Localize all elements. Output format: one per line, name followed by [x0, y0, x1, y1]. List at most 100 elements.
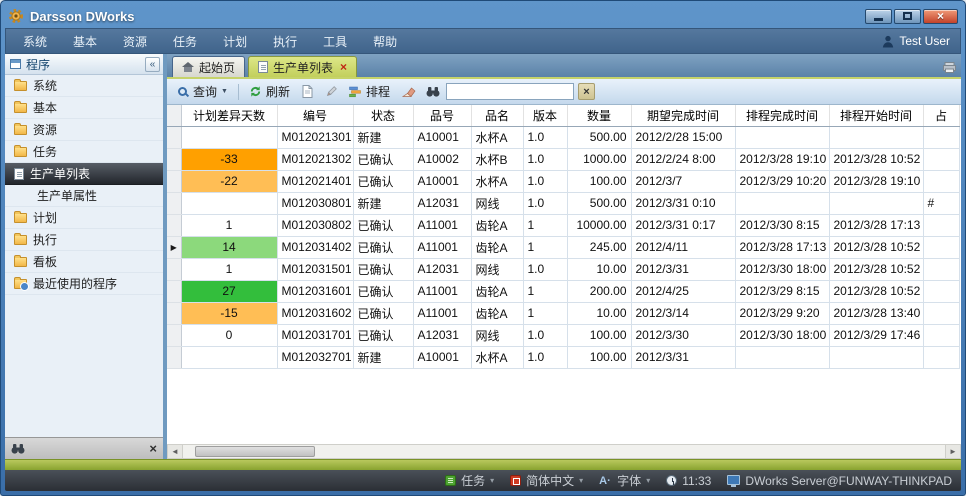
row-selector[interactable] [167, 148, 181, 170]
sidebar-item-label: 基本 [33, 99, 57, 116]
row-selector[interactable] [167, 192, 181, 214]
scroll-left-button[interactable]: ◄ [168, 445, 183, 458]
sidebar-item-8[interactable]: 执行 [5, 229, 163, 251]
status-item-2[interactable]: 简体中文▾ [510, 472, 583, 489]
sidebar-item-6[interactable]: 生产单属性 [5, 185, 163, 207]
table-row[interactable]: 0M012031701已确认A12031网线1.0100.002012/3/30… [167, 324, 959, 346]
column-header-2[interactable]: 编号 [277, 105, 353, 126]
menu-item-1[interactable]: 系统 [10, 29, 60, 54]
eraser-button[interactable] [397, 84, 421, 99]
column-header-1[interactable]: 计划差异天数 [181, 105, 277, 126]
menu-item-7[interactable]: 工具 [310, 29, 360, 54]
row-selector[interactable] [167, 126, 181, 148]
scrollbar-track[interactable] [183, 445, 945, 458]
new-button[interactable] [297, 83, 318, 100]
row-selector[interactable]: ▶ [167, 236, 181, 258]
scroll-right-button[interactable]: ► [945, 445, 960, 458]
sidebar-item-5[interactable]: 生产单列表 [5, 163, 163, 185]
sidebar-item-4[interactable]: 任务 [5, 141, 163, 163]
row-selector[interactable] [167, 324, 181, 346]
table-row[interactable]: M012021301新建A10001水杯A1.0500.002012/2/28 … [167, 126, 959, 148]
column-header-6[interactable]: 版本 [523, 105, 567, 126]
row-selector[interactable] [167, 258, 181, 280]
column-header-4[interactable]: 品号 [413, 105, 471, 126]
column-header-7[interactable]: 数量 [567, 105, 631, 126]
cell-sched_end [735, 192, 829, 214]
cell-extra [923, 148, 959, 170]
column-header-3[interactable]: 状态 [353, 105, 413, 126]
menu-item-3[interactable]: 资源 [110, 29, 160, 54]
refresh-button[interactable]: 刷新 [244, 81, 295, 102]
clear-icon[interactable]: × [149, 442, 157, 455]
find-icon [426, 86, 440, 97]
table-row[interactable]: -22M012021401已确认A10001水杯A1.0100.002012/3… [167, 170, 959, 192]
schedule-button[interactable]: 排程 [344, 81, 395, 102]
row-selector[interactable] [167, 280, 181, 302]
search-input[interactable] [446, 83, 574, 100]
sidebar-item-7[interactable]: 计划 [5, 207, 163, 229]
table-row[interactable]: 1M012030802已确认A11001齿轮A110000.002012/3/3… [167, 214, 959, 236]
tab-close-icon[interactable]: × [340, 60, 347, 74]
menu-item-8[interactable]: 帮助 [360, 29, 410, 54]
table-row[interactable]: M012032701新建A10001水杯A1.0100.002012/3/31 [167, 346, 959, 368]
tab-1[interactable]: 起始页 [172, 56, 245, 77]
eraser-icon [402, 86, 416, 97]
cell-status: 已确认 [353, 258, 413, 280]
menu-item-6[interactable]: 执行 [260, 29, 310, 54]
column-header-10[interactable]: 排程开始时间 [829, 105, 923, 126]
table-row[interactable]: M012030801新建A12031网线1.0500.002012/3/31 0… [167, 192, 959, 214]
minimize-icon [874, 18, 883, 21]
cell-extra [923, 324, 959, 346]
sidebar-item-9[interactable]: 看板 [5, 251, 163, 273]
refresh-label: 刷新 [266, 83, 290, 100]
cell-diff: -22 [181, 170, 277, 192]
scrollbar-thumb[interactable] [195, 446, 315, 457]
table-row[interactable]: 1M012031501已确认A12031网线1.010.002012/3/312… [167, 258, 959, 280]
home-icon [182, 62, 194, 73]
tab-2[interactable]: 生产单列表× [248, 56, 357, 77]
status-item-1[interactable]: 任务▾ [445, 472, 494, 489]
column-header-9[interactable]: 排程完成时间 [735, 105, 829, 126]
sidebar-item-2[interactable]: 基本 [5, 97, 163, 119]
menu-item-5[interactable]: 计划 [210, 29, 260, 54]
row-selector[interactable] [167, 214, 181, 236]
folder-icon [14, 125, 27, 135]
printer-icon[interactable] [943, 62, 956, 73]
table-row[interactable]: 27M012031601已确认A11001齿轮A1200.002012/4/25… [167, 280, 959, 302]
row-selector[interactable] [167, 170, 181, 192]
maximize-button[interactable] [894, 9, 921, 24]
titlebar[interactable]: Darsson DWorks × [5, 4, 961, 28]
row-selector[interactable] [167, 346, 181, 368]
sidebar-item-1[interactable]: 系统 [5, 75, 163, 97]
column-header-5[interactable]: 品名 [471, 105, 523, 126]
status-item-4[interactable]: 11:33 [666, 474, 711, 488]
sidebar-item-10[interactable]: 最近使用的程序 [5, 273, 163, 295]
table-row[interactable]: -33M012021302已确认A10002水杯B1.01000.002012/… [167, 148, 959, 170]
progress-strip [5, 459, 961, 470]
close-button[interactable]: × [923, 9, 958, 24]
sidebar-search-input[interactable] [30, 441, 144, 457]
status-item-5[interactable]: DWorks Server@FUNWAY-THINKPAD [727, 474, 952, 488]
column-header-11[interactable]: 占 [923, 105, 959, 126]
collapse-sidebar-button[interactable]: « [145, 57, 160, 72]
minimize-button[interactable] [865, 9, 892, 24]
query-button[interactable]: 查询 ▼ [172, 81, 233, 102]
table-row[interactable]: -15M012031602已确认A11001齿轮A110.002012/3/14… [167, 302, 959, 324]
clear-search-button[interactable]: × [578, 83, 595, 100]
sidebar-item-label: 生产单属性 [37, 187, 97, 204]
status-item-3[interactable]: 字体▾ [599, 472, 650, 489]
cell-version: 1 [523, 302, 567, 324]
sidebar-item-3[interactable]: 资源 [5, 119, 163, 141]
cell-qty: 100.00 [567, 170, 631, 192]
horizontal-scrollbar[interactable]: ◄ ► [167, 444, 961, 459]
user-name: Test User [899, 34, 950, 48]
menu-item-4[interactable]: 任务 [160, 29, 210, 54]
edit-button[interactable] [320, 84, 342, 100]
menu-items: 系统基本资源任务计划执行工具帮助 [10, 29, 410, 54]
menu-item-2[interactable]: 基本 [60, 29, 110, 54]
column-header-8[interactable]: 期望完成时间 [631, 105, 735, 126]
table-row[interactable]: ▶14M012031402已确认A11001齿轮A1245.002012/4/1… [167, 236, 959, 258]
user-area[interactable]: Test User [882, 34, 956, 48]
cell-sched_end: 2012/3/29 8:15 [735, 280, 829, 302]
row-selector[interactable] [167, 302, 181, 324]
